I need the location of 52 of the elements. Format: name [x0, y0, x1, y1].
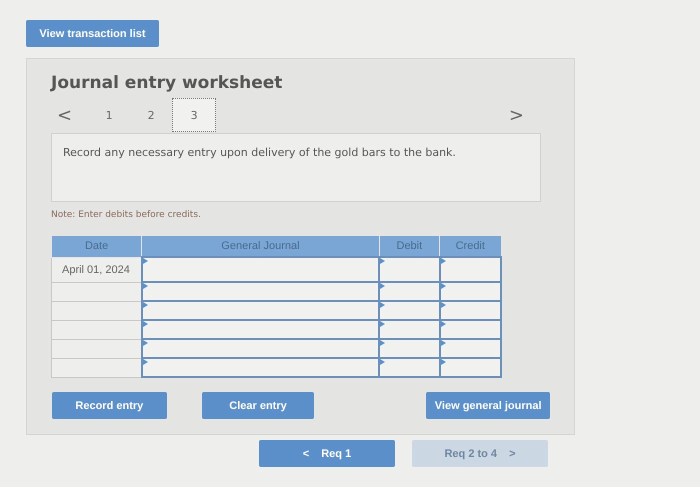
triangle-icon	[380, 321, 386, 327]
triangle-icon	[380, 283, 386, 289]
credit-field[interactable]	[440, 358, 501, 377]
account-field[interactable]	[142, 358, 380, 377]
column-header: Credit	[440, 236, 501, 257]
credit-field[interactable]	[440, 339, 501, 358]
debit-field[interactable]	[379, 358, 440, 377]
clear-entry-button[interactable]: Clear entry	[202, 392, 314, 419]
requirement-nav-button[interactable]: < Req 1	[259, 440, 395, 467]
triangle-icon	[142, 258, 148, 264]
credit-field[interactable]	[440, 257, 501, 282]
date-text: April 01, 2024	[61, 262, 131, 278]
triangle-icon	[142, 321, 148, 327]
debit-field[interactable]	[379, 301, 440, 320]
column-header: Debit	[379, 236, 440, 257]
triangle-icon	[440, 340, 446, 346]
view-transaction-list-button[interactable]: View transaction list	[26, 20, 159, 47]
triangle-icon	[440, 321, 446, 327]
account-field[interactable]	[142, 282, 380, 301]
record-entry-button[interactable]: Record entry	[52, 392, 167, 419]
worksheet-tab[interactable]: 2	[130, 98, 172, 132]
account-field[interactable]	[142, 301, 380, 320]
debit-field[interactable]	[379, 320, 440, 339]
triangle-icon	[440, 302, 446, 308]
account-field[interactable]	[142, 320, 380, 339]
triangle-icon	[142, 302, 148, 308]
worksheet-title: Journal entry worksheet	[51, 73, 284, 95]
triangle-icon	[380, 302, 386, 308]
worksheet-tab[interactable]: 3	[172, 98, 216, 132]
credit-field[interactable]	[440, 320, 501, 339]
triangle-icon	[380, 340, 386, 346]
triangle-icon	[380, 359, 386, 365]
triangle-icon	[440, 359, 446, 365]
account-field[interactable]	[142, 339, 380, 358]
view-general-journal-button[interactable]: View general journal	[426, 392, 550, 419]
column-header: Date	[52, 236, 142, 257]
note-text: Note: Enter debits before credits.	[51, 210, 202, 222]
debit-field[interactable]	[379, 257, 440, 282]
triangle-icon	[440, 258, 446, 264]
triangle-icon	[142, 340, 148, 346]
worksheet-tab[interactable]: 1	[88, 98, 130, 132]
debit-field[interactable]	[379, 339, 440, 358]
triangle-icon	[380, 258, 386, 264]
credit-field[interactable]	[440, 301, 501, 320]
triangle-icon	[142, 359, 148, 365]
account-field[interactable]	[142, 257, 380, 282]
triangle-icon	[440, 283, 446, 289]
prompt-text: Record any necessary entry upon delivery of the gold bars to the bank.	[51, 133, 541, 202]
credit-field[interactable]	[440, 282, 501, 301]
debit-field[interactable]	[379, 282, 440, 301]
triangle-icon	[142, 283, 148, 289]
column-header: General Journal	[142, 236, 380, 257]
